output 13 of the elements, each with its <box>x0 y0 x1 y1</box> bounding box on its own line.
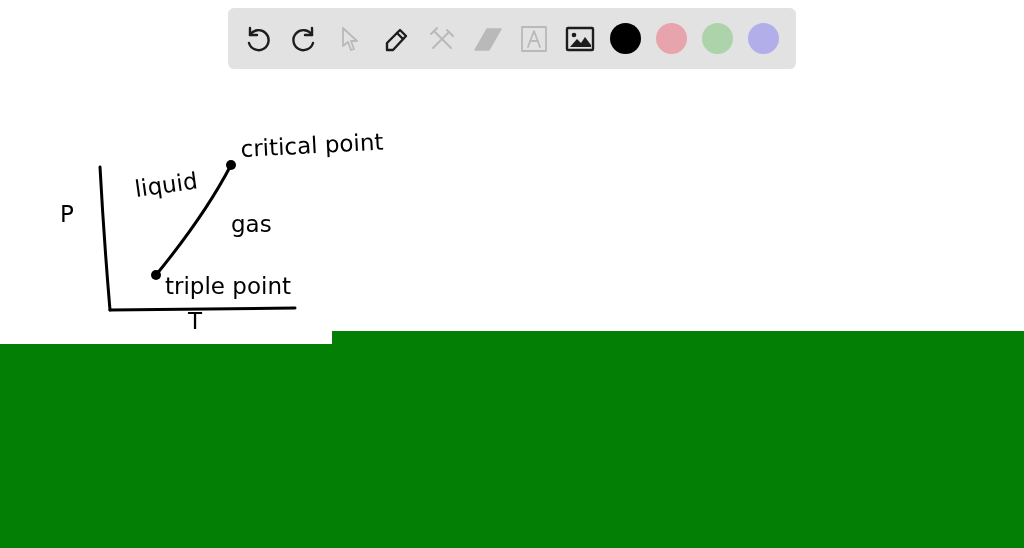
point-label: triple point <box>165 273 291 299</box>
critical-point-dot <box>226 160 236 170</box>
temperature-axis-label: T <box>188 308 203 330</box>
triple-point-dot <box>151 270 161 280</box>
region-label: liquid <box>133 167 200 202</box>
color-swatch[interactable] <box>656 23 687 54</box>
color-swatch[interactable] <box>610 23 641 54</box>
text-box-icon <box>518 23 549 54</box>
color-swatch[interactable] <box>748 23 779 54</box>
color-swatch[interactable] <box>702 23 733 54</box>
pressure-axis-label: P <box>60 201 74 227</box>
region-label: gas <box>231 211 272 237</box>
point-label: critical point <box>239 128 385 162</box>
